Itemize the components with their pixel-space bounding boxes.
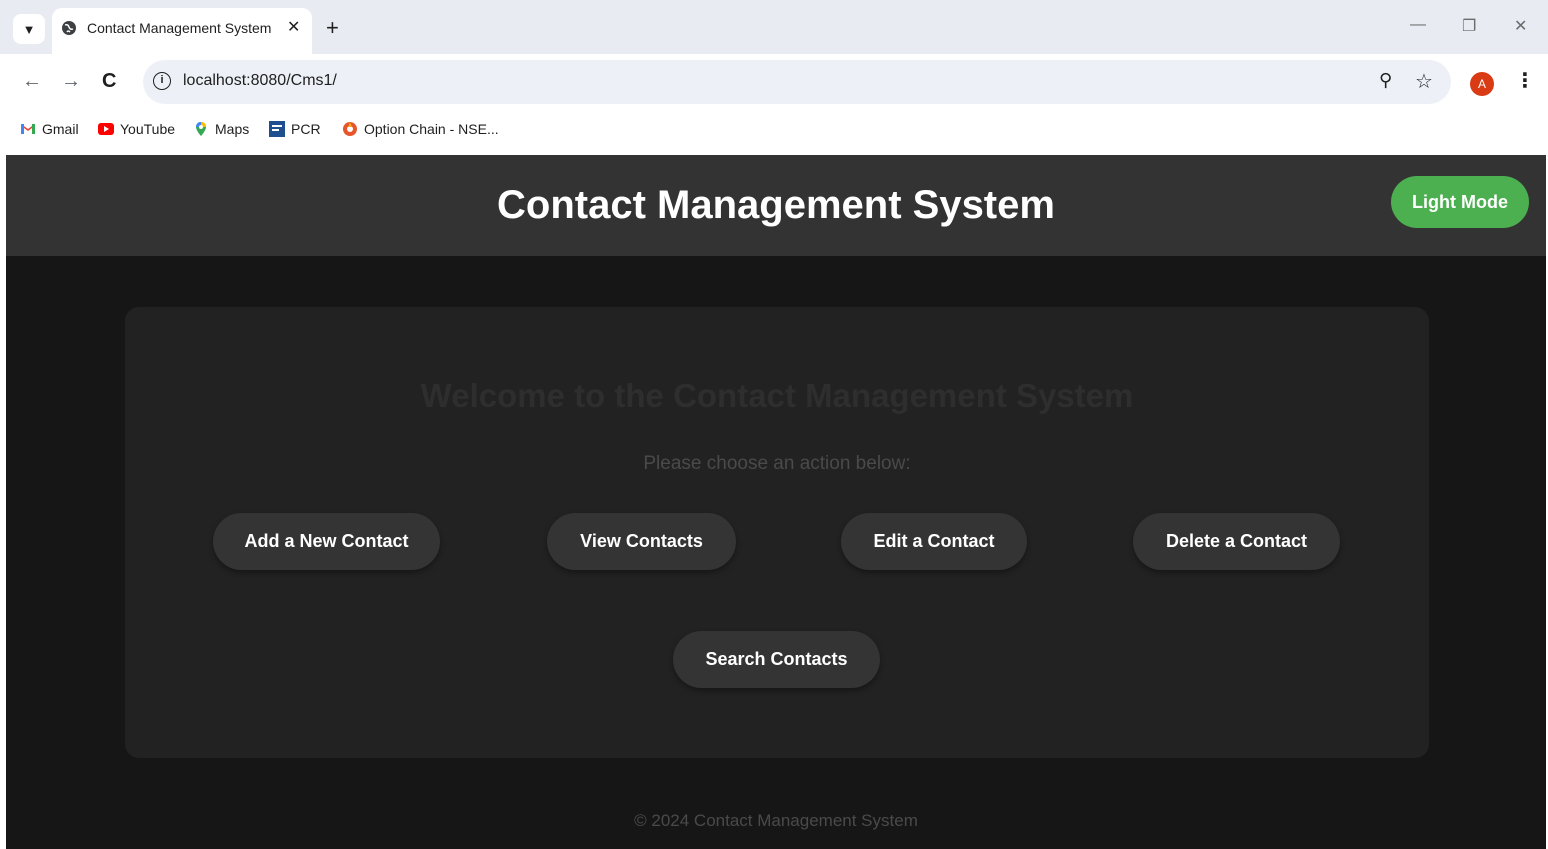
tab-title: Contact Management System: [87, 20, 272, 36]
browser-menu-icon[interactable]: ⋮: [1515, 68, 1535, 93]
page-body: Contact Management System Light Mode Wel…: [6, 155, 1546, 849]
profile-avatar[interactable]: A: [1470, 72, 1494, 96]
restore-icon[interactable]: ❐: [1462, 16, 1476, 36]
bookmark-pcr[interactable]: PCR: [269, 121, 321, 137]
delete-contact-button[interactable]: Delete a Contact: [1133, 513, 1340, 570]
edit-contact-button[interactable]: Edit a Contact: [841, 513, 1027, 570]
bookmark-label: Gmail: [42, 121, 79, 137]
bookmark-label: YouTube: [120, 121, 176, 137]
option-chain-icon: [343, 122, 357, 136]
action-prompt: Please choose an action below:: [643, 453, 911, 474]
bookmark-star-icon[interactable]: ☆: [1415, 69, 1433, 94]
reload-icon[interactable]: C: [102, 70, 116, 92]
new-tab-icon[interactable]: +: [326, 14, 339, 42]
globe-icon: [62, 21, 76, 35]
main-card: Welcome to the Contact Management System…: [125, 307, 1429, 758]
browser-tab[interactable]: Contact Management System ✕: [52, 8, 312, 54]
zoom-icon[interactable]: ⚲: [1379, 70, 1392, 91]
url-text[interactable]: localhost:8080/Cms1/: [183, 72, 337, 90]
pcr-icon: [269, 121, 285, 137]
chevron-down-icon: ▼: [22, 21, 36, 37]
bookmark-label: Option Chain - NSE...: [364, 121, 499, 137]
bookmark-youtube[interactable]: YouTube: [98, 121, 175, 137]
page-header: Contact Management System Light Mode: [6, 155, 1546, 256]
add-contact-button[interactable]: Add a New Contact: [213, 513, 440, 570]
bookmark-maps[interactable]: Maps: [193, 121, 249, 137]
welcome-heading: Welcome to the Contact Management System: [420, 377, 1134, 414]
view-contacts-button[interactable]: View Contacts: [547, 513, 736, 570]
maps-icon: [196, 122, 206, 136]
bookmark-gmail[interactable]: Gmail: [20, 121, 79, 137]
back-icon[interactable]: ←: [22, 70, 42, 92]
site-info-icon[interactable]: i: [153, 72, 171, 90]
tab-close-icon[interactable]: ✕: [287, 17, 300, 37]
forward-icon[interactable]: →: [61, 70, 81, 92]
tab-strip: ▼ Contact Management System ✕ + — ❐ ✕: [0, 0, 1548, 54]
bookmark-option-chain[interactable]: Option Chain - NSE...: [342, 121, 499, 137]
search-contacts-button[interactable]: Search Contacts: [673, 631, 880, 688]
bookmarks-bar: Gmail YouTube Maps PCR Option Chain - NS…: [0, 110, 1548, 155]
browser-chrome: ▼ Contact Management System ✕ + — ❐ ✕ ← …: [0, 0, 1548, 155]
page-title: Contact Management System: [497, 183, 1055, 227]
minimize-icon[interactable]: —: [1410, 16, 1426, 34]
browser-toolbar: ← → C i localhost:8080/Cms1/ ⚲ ☆ A ⋮: [0, 54, 1548, 110]
gmail-icon: [21, 124, 35, 134]
close-window-icon[interactable]: ✕: [1514, 16, 1527, 36]
page-footer: © 2024 Contact Management System: [634, 811, 918, 830]
address-bar[interactable]: i localhost:8080/Cms1/ ⚲ ☆: [143, 60, 1451, 104]
bookmark-label: Maps: [215, 121, 250, 137]
bookmark-label: PCR: [291, 121, 321, 137]
tab-search-button[interactable]: ▼: [13, 14, 45, 44]
light-mode-toggle-button[interactable]: Light Mode: [1391, 176, 1529, 228]
youtube-icon: [98, 123, 114, 135]
